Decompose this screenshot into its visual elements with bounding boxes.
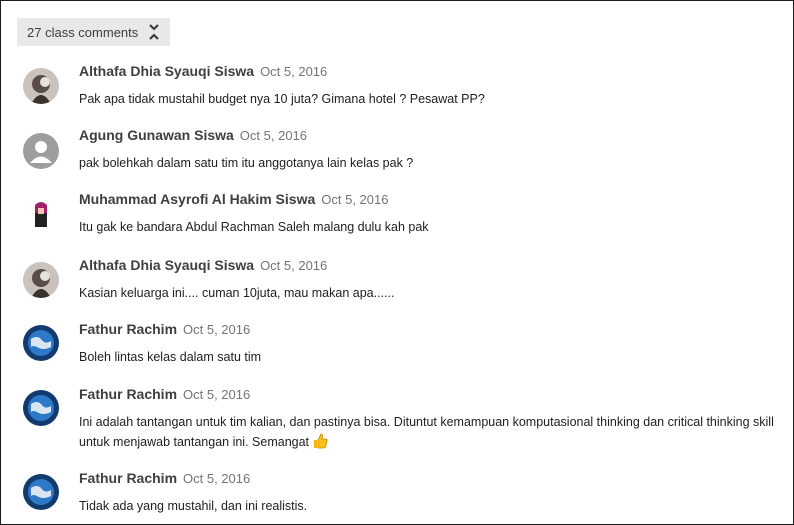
comment-text: Tidak ada yang mustahil, dan ini realist… bbox=[79, 499, 308, 513]
expand-collapse-icon bbox=[149, 24, 159, 40]
comment-author[interactable]: Agung Gunawan Siswa bbox=[79, 127, 234, 143]
class-comments-toggle[interactable]: 27 class comments bbox=[17, 18, 171, 46]
class-comments-count: 27 class comments bbox=[27, 24, 139, 40]
comment-date: Oct 5, 2016 bbox=[183, 322, 251, 337]
comment-text: Boleh lintas kelas dalam satu tim bbox=[79, 350, 262, 364]
comment-date: Oct 5, 2016 bbox=[321, 192, 389, 207]
comment-text: Pak apa tidak mustahil budget nya 10 jut… bbox=[79, 92, 485, 106]
comment-author[interactable]: Althafa Dhia Syauqi Siswa bbox=[79, 257, 254, 273]
avatar-character[interactable] bbox=[23, 197, 59, 233]
avatar-globe[interactable] bbox=[23, 474, 59, 510]
comment-date: Oct 5, 2016 bbox=[239, 128, 308, 143]
comment-author[interactable]: Fathur Rachim bbox=[79, 470, 177, 486]
class-comments-panel: 27 class comments Althafa Dhia Syauqi Si… bbox=[0, 0, 794, 525]
thumbs-up-icon bbox=[314, 433, 328, 449]
comment-text-block: Ini adalah tantangan untuk tim kalian, d… bbox=[79, 412, 793, 452]
avatar-cat[interactable] bbox=[23, 68, 59, 104]
comment-author[interactable]: Fathur Rachim bbox=[79, 321, 177, 337]
comment-date: Oct 5, 2016 bbox=[183, 387, 251, 402]
comment-text: Kasian keluarga ini.... cuman 10juta, ma… bbox=[79, 286, 395, 300]
comment-text: Ini adalah tantangan untuk tim kalian, d… bbox=[79, 415, 774, 449]
avatar-globe[interactable] bbox=[23, 390, 59, 426]
avatar-cat[interactable] bbox=[23, 262, 59, 298]
avatar-default[interactable] bbox=[23, 133, 59, 169]
comment-author[interactable]: Althafa Dhia Syauqi Siswa bbox=[79, 63, 254, 79]
comment-date: Oct 5, 2016 bbox=[260, 64, 328, 79]
comment-text: pak bolehkah dalam satu tim itu anggotan… bbox=[79, 156, 414, 170]
avatar-globe[interactable] bbox=[23, 325, 59, 361]
comment-author[interactable]: Fathur Rachim bbox=[79, 386, 177, 402]
comment-date: Oct 5, 2016 bbox=[183, 471, 251, 486]
comment-author[interactable]: Muhammad Asyrofi Al Hakim Siswa bbox=[79, 191, 315, 207]
comment-date: Oct 5, 2016 bbox=[260, 258, 328, 273]
comment-text: Itu gak ke bandara Abdul Rachman Saleh m… bbox=[79, 220, 429, 234]
